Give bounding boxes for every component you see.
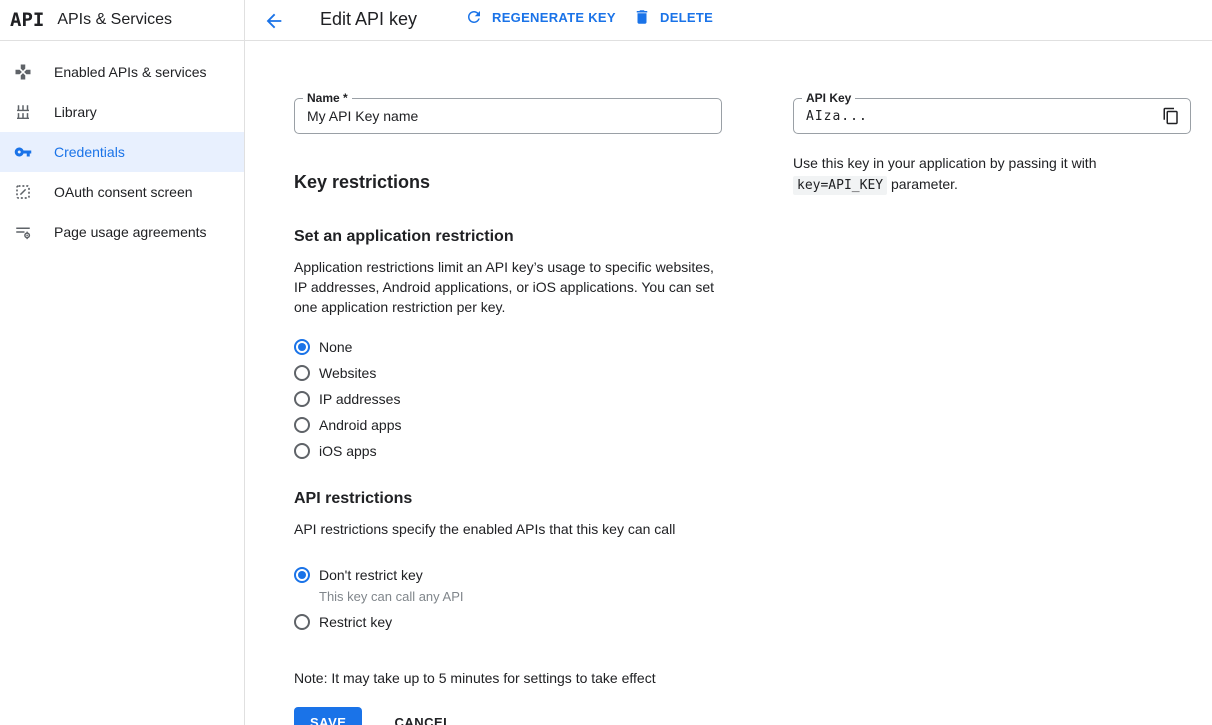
sidebar-item-label: Credentials bbox=[54, 144, 125, 160]
radio-option-restrict-key[interactable]: Restrict key bbox=[294, 609, 722, 635]
cancel-button[interactable]: CANCEL bbox=[386, 707, 459, 725]
sidebar: API APIs & Services Enabled APIs & servi… bbox=[0, 0, 245, 725]
regenerate-key-label: REGENERATE KEY bbox=[492, 10, 616, 25]
name-field[interactable]: Name * My API Key name bbox=[294, 98, 722, 134]
delete-button[interactable]: DELETE bbox=[633, 8, 713, 26]
application-restriction-options: None Websites IP addresses Android apps bbox=[294, 334, 722, 464]
consent-icon bbox=[14, 183, 32, 201]
sidebar-item-library[interactable]: Library bbox=[0, 92, 244, 132]
radio-option-android-apps[interactable]: Android apps bbox=[294, 412, 722, 438]
application-restriction-heading: Set an application restriction bbox=[294, 226, 722, 248]
radio-label: iOS apps bbox=[319, 443, 377, 459]
trash-icon bbox=[633, 8, 651, 26]
settings-note: Note: It may take up to 5 minutes for se… bbox=[294, 670, 722, 686]
radio-icon[interactable] bbox=[294, 443, 310, 459]
radio-icon[interactable] bbox=[294, 365, 310, 381]
sidebar-header: API APIs & Services bbox=[0, 0, 244, 41]
arrow-back-icon bbox=[263, 10, 285, 32]
product-name: APIs & Services bbox=[57, 11, 172, 29]
radio-icon[interactable] bbox=[294, 391, 310, 407]
page-content: Name * My API Key name Key restrictions … bbox=[245, 41, 1212, 725]
radio-option-websites[interactable]: Websites bbox=[294, 360, 722, 386]
page-title: Edit API key bbox=[320, 9, 417, 30]
api-restrictions-description: API restrictions specify the enabled API… bbox=[294, 519, 722, 539]
regenerate-key-button[interactable]: REGENERATE KEY bbox=[465, 8, 616, 26]
copy-icon bbox=[1162, 107, 1180, 125]
radio-option-ios-apps[interactable]: iOS apps bbox=[294, 438, 722, 464]
sidebar-item-credentials[interactable]: Credentials bbox=[0, 132, 244, 172]
key-icon bbox=[14, 143, 32, 161]
radio-icon[interactable] bbox=[294, 339, 310, 355]
api-logo: API bbox=[10, 9, 44, 31]
api-key-field-label: API Key bbox=[802, 91, 855, 105]
api-key-field[interactable]: API Key AIza... bbox=[793, 98, 1191, 134]
sidebar-item-label: Page usage agreements bbox=[54, 224, 207, 240]
library-icon bbox=[14, 103, 32, 121]
api-key-field-value: AIza... bbox=[794, 109, 1156, 124]
radio-label: Restrict key bbox=[319, 614, 392, 630]
radio-icon[interactable] bbox=[294, 567, 310, 583]
sidebar-item-page-usage-agreements[interactable]: Page usage agreements bbox=[0, 212, 244, 252]
radio-label: IP addresses bbox=[319, 391, 400, 407]
radio-label: Websites bbox=[319, 365, 376, 381]
radio-icon[interactable] bbox=[294, 614, 310, 630]
name-field-label: Name * bbox=[303, 91, 352, 105]
app-window: API APIs & Services Enabled APIs & servi… bbox=[0, 0, 1212, 725]
gamepad-icon bbox=[14, 63, 32, 81]
copy-api-key-button[interactable] bbox=[1156, 101, 1186, 131]
refresh-icon bbox=[465, 8, 483, 26]
dont-restrict-key-sublabel: This key can call any API bbox=[294, 588, 722, 605]
save-button[interactable]: SAVE bbox=[294, 707, 362, 725]
agreements-icon bbox=[14, 223, 32, 241]
radio-label: Don't restrict key bbox=[319, 567, 423, 583]
radio-label: None bbox=[319, 339, 352, 355]
api-key-usage-help: Use this key in your application by pass… bbox=[793, 153, 1191, 196]
help-suffix: parameter. bbox=[891, 176, 958, 192]
sidebar-item-label: Library bbox=[54, 104, 97, 120]
left-column: Name * My API Key name Key restrictions … bbox=[294, 41, 722, 725]
api-restrictions-heading: API restrictions bbox=[294, 488, 722, 510]
radio-label: Android apps bbox=[319, 417, 402, 433]
api-key-param-code: key=API_KEY bbox=[793, 176, 887, 195]
delete-label: DELETE bbox=[660, 10, 713, 25]
name-field-value[interactable]: My API Key name bbox=[295, 108, 721, 124]
sidebar-item-label: Enabled APIs & services bbox=[54, 64, 207, 80]
application-restriction-description: Application restrictions limit an API ke… bbox=[294, 257, 722, 317]
api-restriction-options: Don't restrict key This key can call any… bbox=[294, 562, 722, 635]
radio-option-none[interactable]: None bbox=[294, 334, 722, 360]
sidebar-item-enabled-apis[interactable]: Enabled APIs & services bbox=[0, 52, 244, 92]
sidebar-nav: Enabled APIs & services Library Credenti… bbox=[0, 41, 244, 252]
page-header: Edit API key REGENERATE KEY DELETE bbox=[245, 0, 1212, 41]
back-button[interactable] bbox=[263, 10, 285, 32]
right-column: API Key AIza... Use this key in your app… bbox=[793, 41, 1191, 196]
help-prefix: Use this key in your application by pass… bbox=[793, 155, 1096, 171]
radio-option-dont-restrict-key[interactable]: Don't restrict key bbox=[294, 562, 722, 588]
form-actions: SAVE CANCEL bbox=[294, 707, 722, 725]
sidebar-item-label: OAuth consent screen bbox=[54, 184, 193, 200]
key-restrictions-heading: Key restrictions bbox=[294, 170, 722, 194]
radio-option-ip-addresses[interactable]: IP addresses bbox=[294, 386, 722, 412]
sidebar-item-oauth-consent[interactable]: OAuth consent screen bbox=[0, 172, 244, 212]
radio-icon[interactable] bbox=[294, 417, 310, 433]
main-area: Edit API key REGENERATE KEY DELETE Name … bbox=[245, 0, 1212, 725]
